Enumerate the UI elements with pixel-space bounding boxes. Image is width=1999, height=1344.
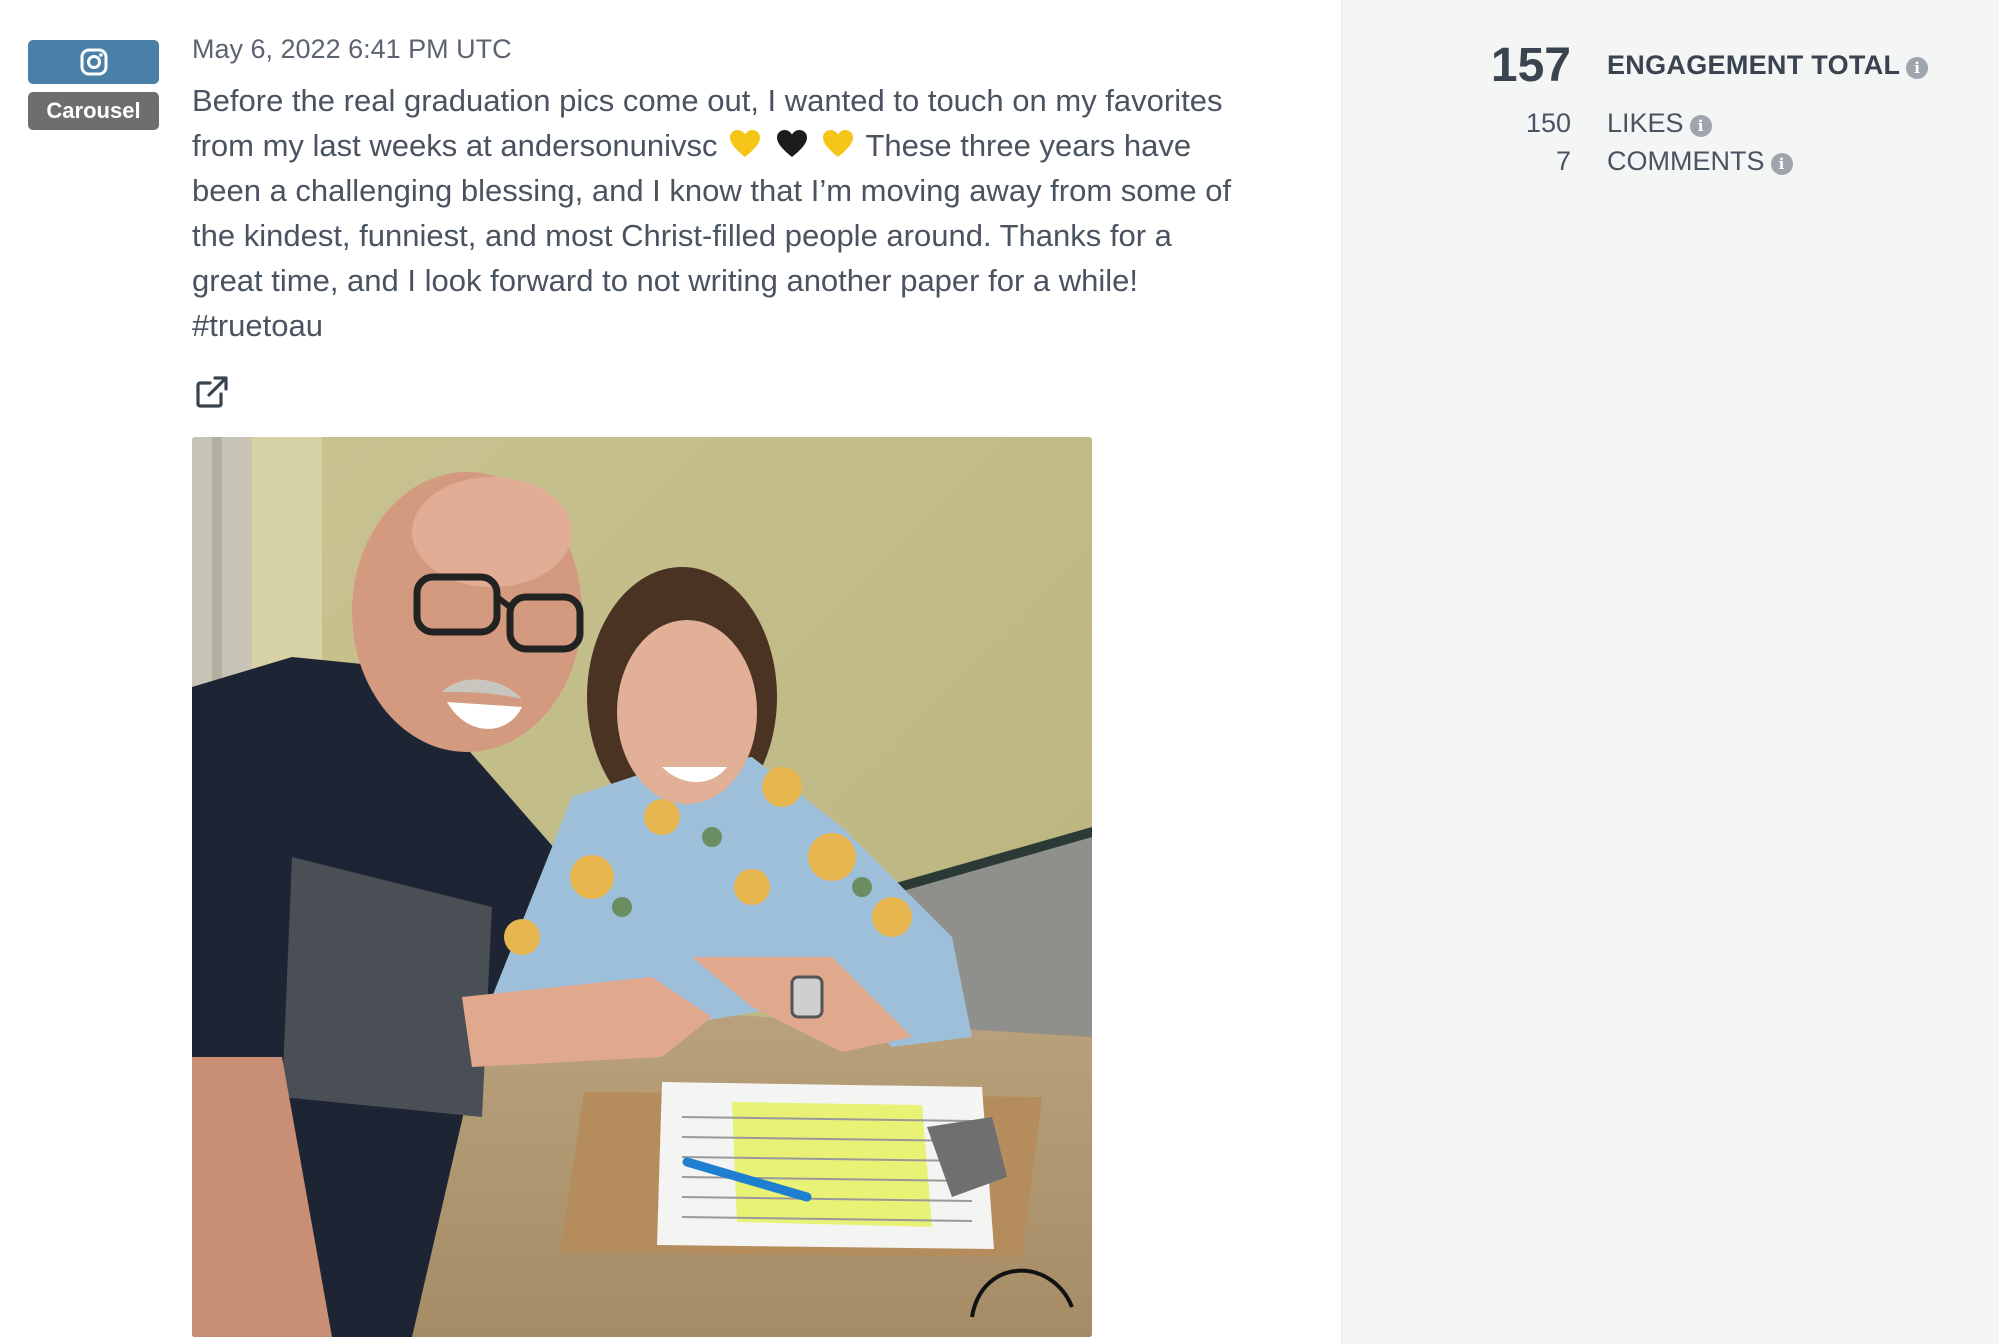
external-link-icon: [196, 376, 228, 408]
engagement-total-label: ENGAGEMENT TOTAL: [1607, 50, 1901, 80]
likes-value: 150: [1525, 108, 1571, 138]
post-type-badge: Carousel: [28, 92, 159, 130]
external-link-button[interactable]: [194, 374, 232, 412]
metrics-panel: 157 ENGAGEMENT TOTAL i 150 LIKES i 7 COMME…: [1341, 0, 1999, 1344]
post-date: May 6, 2022 6:41 PM UTC: [192, 34, 512, 64]
info-icon[interactable]: i: [1906, 57, 1929, 79]
yellow-heart-icon: [823, 130, 854, 157]
instagram-icon: [80, 48, 107, 76]
black-heart-icon: [776, 130, 807, 157]
instagram-badge: [28, 40, 159, 84]
caption-line: been a challenging blessing, and I know …: [192, 173, 1232, 208]
info-icon[interactable]: i: [1770, 153, 1793, 175]
comments-value: 7: [1555, 146, 1571, 176]
likes-label: LIKES: [1607, 108, 1684, 138]
caption-line: from my last weeks at andersonunivsc The…: [192, 123, 1312, 168]
info-icon[interactable]: i: [1689, 115, 1712, 137]
post-photo-illustration: [192, 437, 1092, 1337]
engagement-total-value: 157: [1490, 39, 1571, 92]
caption-line: great time, and I look forward to not wr…: [192, 263, 1138, 298]
yellow-heart-icon: [730, 130, 761, 157]
caption-line: the kindest, funniest, and most Christ-f…: [192, 218, 1172, 253]
comments-label: COMMENTS: [1607, 146, 1765, 176]
caption-line: Before the real graduation pics come out…: [192, 83, 1223, 118]
post-card: Carousel May 6, 2022 6:41 PM UTC Before …: [0, 0, 1341, 1344]
caption-hashtag: #truetoau: [192, 308, 323, 343]
comments-label-row: COMMENTS i: [1607, 146, 1793, 177]
caption-text: from my last weeks at andersonunivsc: [192, 128, 718, 163]
likes-label-row: LIKES i: [1607, 108, 1712, 139]
post-photo[interactable]: [192, 437, 1092, 1337]
caption-text: These three years have: [865, 128, 1192, 163]
post-caption: Before the real graduation pics come out…: [192, 78, 1312, 348]
engagement-total-label-row: ENGAGEMENT TOTAL i: [1607, 50, 1929, 81]
